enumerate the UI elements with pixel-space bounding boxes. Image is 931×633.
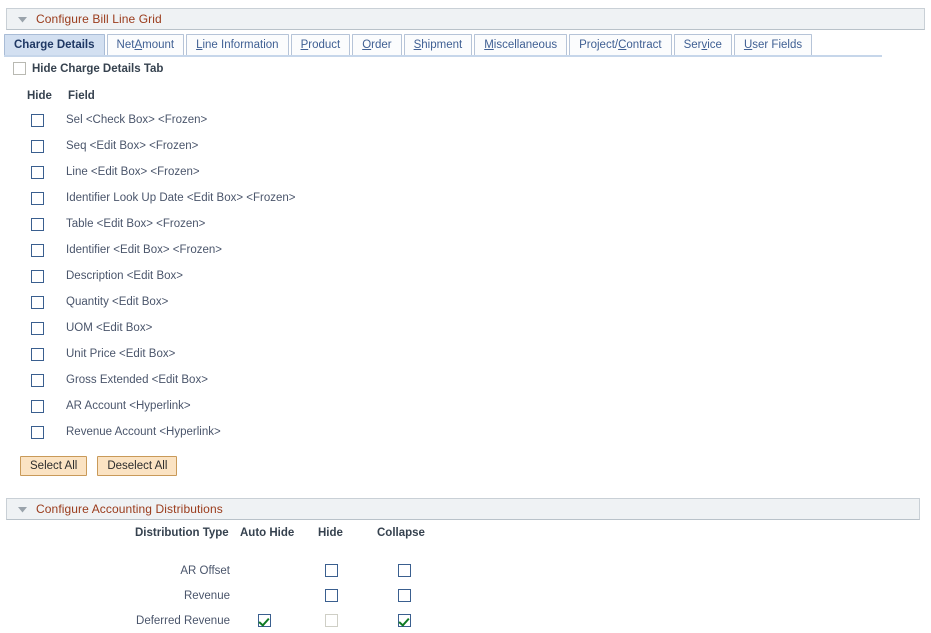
field-name-label: Identifier <Edit Box> <Frozen>: [66, 244, 222, 256]
field-hide-checkbox[interactable]: [31, 374, 44, 387]
distribution-type-label: Revenue: [30, 590, 230, 602]
field-grid-row: Description <Edit Box>: [0, 263, 183, 289]
grid-action-buttons: Select All Deselect All: [20, 456, 177, 476]
field-grid-row: Seq <Edit Box> <Frozen>: [0, 133, 198, 159]
hide-checkbox[interactable]: [325, 564, 338, 577]
field-name-label: Table <Edit Box> <Frozen>: [66, 218, 205, 230]
field-name-label: Seq <Edit Box> <Frozen>: [66, 140, 198, 152]
triangle-down-icon[interactable]: [17, 14, 28, 25]
hide-checkbox[interactable]: [325, 589, 338, 602]
field-name-label: Unit Price <Edit Box>: [66, 348, 175, 360]
field-hide-checkbox[interactable]: [31, 166, 44, 179]
field-hide-checkbox[interactable]: [31, 140, 44, 153]
deselect-all-button[interactable]: Deselect All: [97, 456, 177, 476]
field-hide-checkbox[interactable]: [31, 244, 44, 257]
field-hide-checkbox[interactable]: [31, 192, 44, 205]
collapse-checkbox[interactable]: [398, 614, 411, 627]
field-name-label: AR Account <Hyperlink>: [66, 400, 191, 412]
tab-product[interactable]: Product: [291, 34, 351, 55]
section-title-accounting-distributions: Configure Accounting Distributions: [36, 502, 223, 516]
tab-service[interactable]: Service: [674, 34, 732, 55]
field-grid-row: Identifier <Edit Box> <Frozen>: [0, 237, 222, 263]
tab-user-fields[interactable]: User Fields: [734, 34, 812, 55]
distribution-type-label: Deferred Revenue: [30, 615, 230, 627]
tab-underline: [4, 55, 882, 57]
column-header-field: Field: [68, 90, 95, 102]
hide-charge-details-tab-label: Hide Charge Details Tab: [32, 63, 163, 75]
field-grid-row: AR Account <Hyperlink>: [0, 393, 191, 419]
triangle-down-icon[interactable]: [17, 504, 28, 515]
field-grid-row: Table <Edit Box> <Frozen>: [0, 211, 205, 237]
hide-header: Hide: [318, 527, 343, 539]
distribution-row: AR Offset: [0, 558, 500, 583]
tab-miscellaneous[interactable]: Miscellaneous: [474, 34, 567, 55]
tab-shipment[interactable]: Shipment: [404, 34, 473, 55]
field-grid-row: Revenue Account <Hyperlink>: [0, 419, 221, 445]
field-hide-checkbox[interactable]: [31, 218, 44, 231]
field-grid-row: UOM <Edit Box>: [0, 315, 152, 341]
field-hide-checkbox[interactable]: [31, 348, 44, 361]
tab-charge-details[interactable]: Charge Details: [4, 34, 105, 55]
field-hide-checkbox[interactable]: [31, 322, 44, 335]
bill-line-grid-tabs[interactable]: Charge DetailsNet AmountLine Information…: [4, 34, 814, 56]
field-hide-checkbox[interactable]: [31, 426, 44, 439]
field-grid-row: Gross Extended <Edit Box>: [0, 367, 208, 393]
hide-checkbox: [325, 614, 338, 627]
auto-hide-checkbox[interactable]: [258, 614, 271, 627]
tab-line-information[interactable]: Line Information: [186, 34, 288, 55]
field-hide-checkbox[interactable]: [31, 270, 44, 283]
field-name-label: Gross Extended <Edit Box>: [66, 374, 208, 386]
field-name-label: Line <Edit Box> <Frozen>: [66, 166, 200, 178]
collapse-header: Collapse: [377, 527, 425, 539]
column-header-hide: Hide: [27, 90, 52, 102]
field-name-label: Sel <Check Box> <Frozen>: [66, 114, 207, 126]
auto-hide-header: Auto Hide: [240, 527, 294, 539]
field-grid-row: Unit Price <Edit Box>: [0, 341, 175, 367]
field-hide-checkbox[interactable]: [31, 114, 44, 127]
distribution-row: Deferred Revenue: [0, 608, 500, 633]
field-name-label: Description <Edit Box>: [66, 270, 183, 282]
configure-accounting-distributions-header[interactable]: Configure Accounting Distributions: [6, 498, 920, 520]
section-title-bill-line-grid: Configure Bill Line Grid: [36, 12, 162, 26]
tab-project-contract[interactable]: Project/Contract: [569, 34, 671, 55]
field-name-label: Revenue Account <Hyperlink>: [66, 426, 221, 438]
field-hide-checkbox[interactable]: [31, 296, 44, 309]
distribution-type-label: AR Offset: [30, 565, 230, 577]
select-all-button[interactable]: Select All: [20, 456, 87, 476]
field-name-label: Quantity <Edit Box>: [66, 296, 168, 308]
field-grid-row: Sel <Check Box> <Frozen>: [0, 107, 207, 133]
hide-charge-details-tab-checkbox[interactable]: [13, 62, 26, 75]
collapse-checkbox[interactable]: [398, 564, 411, 577]
field-grid-row: Line <Edit Box> <Frozen>: [0, 159, 200, 185]
field-name-label: Identifier Look Up Date <Edit Box> <Froz…: [66, 192, 296, 204]
tab-net-amount[interactable]: Net Amount: [107, 34, 185, 55]
hide-charge-details-tab-row[interactable]: Hide Charge Details Tab: [13, 62, 163, 75]
distribution-type-header: Distribution Type: [135, 527, 229, 539]
configure-bill-line-grid-header[interactable]: Configure Bill Line Grid: [6, 8, 925, 30]
tab-order[interactable]: Order: [352, 34, 401, 55]
field-grid-row: Identifier Look Up Date <Edit Box> <Froz…: [0, 185, 296, 211]
distribution-row: Revenue: [0, 583, 500, 608]
field-grid-row: Quantity <Edit Box>: [0, 289, 168, 315]
collapse-checkbox[interactable]: [398, 589, 411, 602]
field-hide-checkbox[interactable]: [31, 400, 44, 413]
field-name-label: UOM <Edit Box>: [66, 322, 152, 334]
